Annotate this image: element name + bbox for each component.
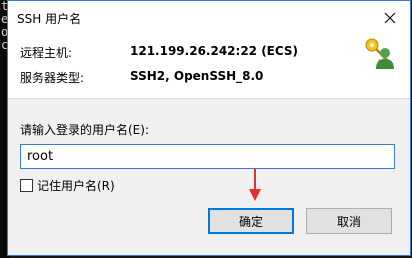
- title-bar: SSH 用户名: [8, 1, 410, 34]
- remember-username-checkbox[interactable]: [20, 178, 33, 192]
- username-input[interactable]: root: [20, 144, 395, 169]
- ok-button[interactable]: 确定: [208, 208, 294, 234]
- connection-info: 远程主机: 121.199.26.242:22 (ECS) 服务器类型: SSH…: [8, 34, 410, 99]
- server-type-label: 服务器类型:: [20, 71, 85, 85]
- close-icon: [384, 12, 396, 24]
- user-key-icon: [365, 38, 394, 69]
- close-button[interactable]: [380, 8, 400, 28]
- red-arrow-annotation: [249, 169, 261, 201]
- remember-username-row[interactable]: 记住用户名(R): [20, 177, 115, 193]
- cancel-button[interactable]: 取消: [306, 208, 392, 234]
- host-value: 121.199.26.242:22 (ECS): [130, 44, 299, 58]
- remember-username-label[interactable]: 记住用户名(R): [37, 177, 115, 194]
- host-label: 远程主机:: [20, 46, 73, 60]
- username-prompt-label: 请输入登录的用户名(E):: [20, 123, 149, 137]
- server-type-value: SSH2, OpenSSH_8.0: [130, 69, 264, 83]
- dialog-title: SSH 用户名: [17, 12, 82, 26]
- ssh-username-dialog: SSH 用户名 远程主机: 121.199.26.242:22 (ECS) 服务…: [7, 0, 411, 256]
